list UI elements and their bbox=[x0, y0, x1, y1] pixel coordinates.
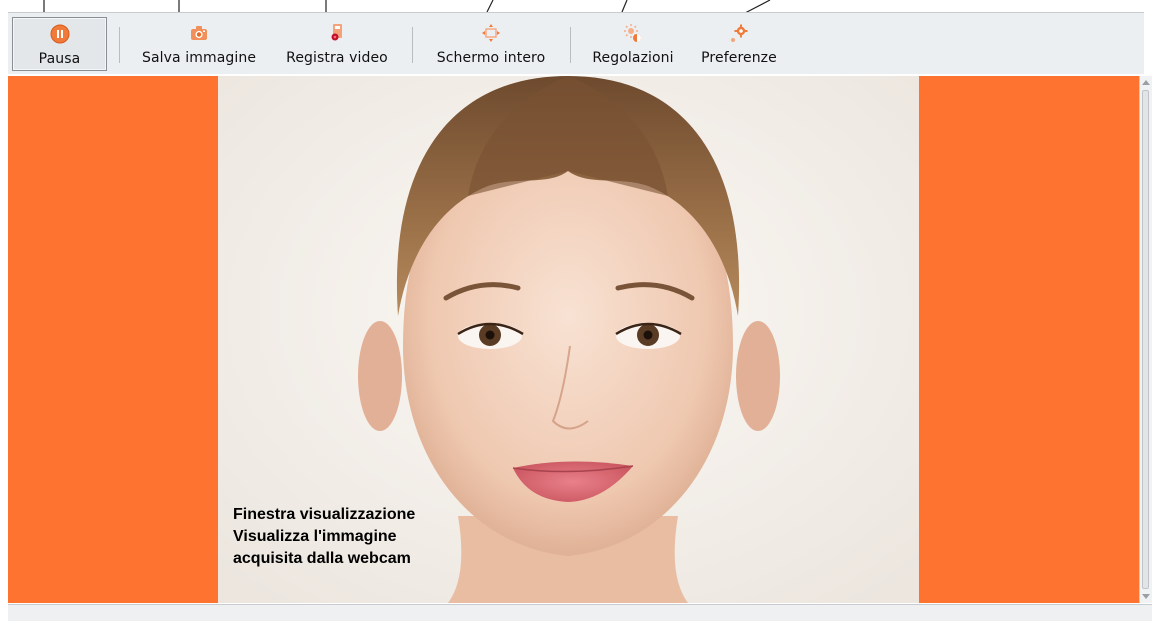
scroll-up-arrow[interactable] bbox=[1142, 80, 1150, 85]
vertical-scrollbar[interactable] bbox=[1139, 76, 1152, 603]
toolbar-separator bbox=[412, 27, 413, 63]
toolbar: Pausa Salva immagine Registra video Sche… bbox=[8, 12, 1144, 74]
caption-line-1: Finestra visualizzazione bbox=[233, 506, 416, 523]
pause-label: Pausa bbox=[38, 51, 81, 67]
caption-line-3: acquisita dalla webcam bbox=[233, 550, 411, 567]
adjustments-icon bbox=[624, 24, 641, 42]
webcam-viewport: Finestra visualizzazione Visualizza l'im… bbox=[8, 76, 1139, 603]
record-video-label: Registra video bbox=[286, 50, 388, 66]
caption-line-2: Visualizza l'immagine bbox=[233, 528, 397, 545]
preferences-button[interactable]: Preferenze bbox=[689, 17, 789, 71]
pause-icon bbox=[50, 24, 69, 44]
camera-icon bbox=[191, 26, 207, 40]
record-video-button[interactable]: Registra video bbox=[274, 17, 400, 71]
adjustments-button[interactable]: Regolazioni bbox=[580, 17, 686, 71]
webcam-frame: Finestra visualizzazione Visualizza l'im… bbox=[218, 76, 919, 603]
fullscreen-button[interactable]: Schermo intero bbox=[421, 17, 561, 71]
preferences-icon bbox=[731, 24, 748, 42]
save-image-button[interactable]: Salva immagine bbox=[130, 17, 268, 71]
record-video-icon bbox=[331, 24, 342, 41]
status-bar bbox=[8, 604, 1152, 621]
adjustments-label: Regolazioni bbox=[592, 50, 674, 66]
toolbar-separator bbox=[119, 27, 120, 63]
preferences-label: Preferenze bbox=[701, 50, 777, 66]
toolbar-separator bbox=[570, 27, 571, 63]
callout-line-fullscreen bbox=[486, 0, 494, 13]
fullscreen-icon bbox=[482, 24, 500, 42]
scroll-down-arrow[interactable] bbox=[1142, 594, 1150, 599]
fullscreen-label: Schermo intero bbox=[436, 50, 546, 66]
scroll-thumb[interactable] bbox=[1142, 90, 1149, 589]
callout-line-adjustments bbox=[621, 0, 628, 13]
save-image-label: Salva immagine bbox=[141, 50, 257, 66]
pause-button[interactable]: Pausa bbox=[12, 17, 107, 71]
viewer-caption: Finestra visualizzazione Visualizza l'im… bbox=[233, 504, 415, 570]
